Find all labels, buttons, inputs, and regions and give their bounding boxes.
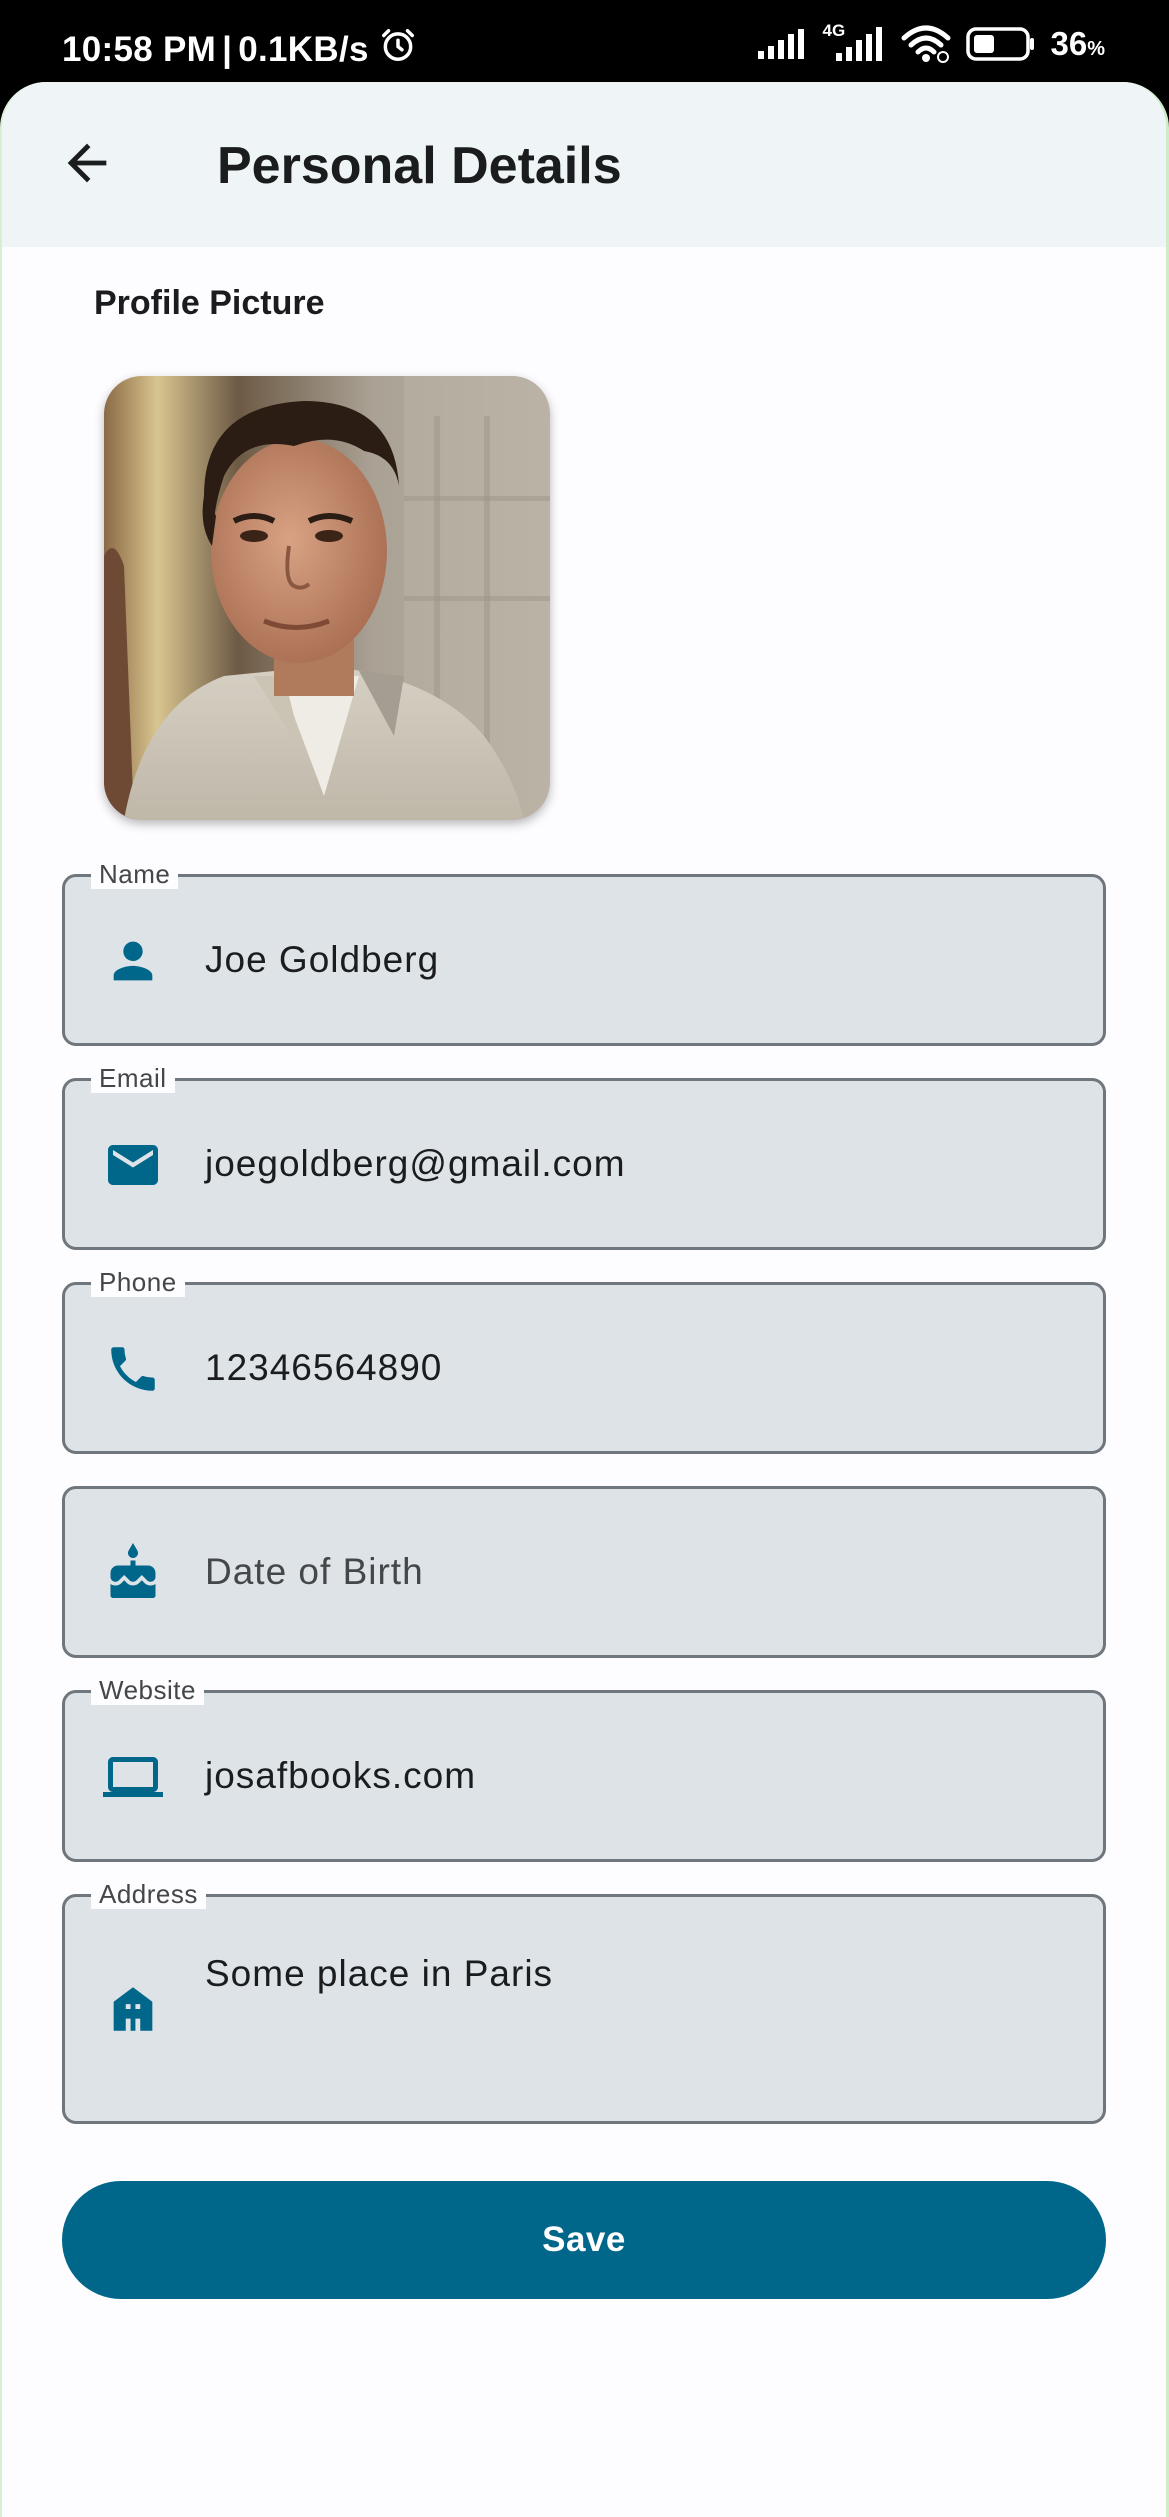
name-value: Joe Goldberg (205, 939, 440, 980)
app-screen: Personal Details Profile Picture Name Jo… (0, 82, 1169, 2517)
status-left: 10:58 PM | 0.1KB/s (62, 26, 417, 73)
profile-picture[interactable] (104, 376, 550, 820)
email-value: joegoldberg@gmail.com (205, 1143, 626, 1184)
battery-unit: % (1087, 38, 1105, 60)
profile-photo-illustration (104, 376, 550, 820)
signal-4g-icon: 4G (822, 21, 886, 61)
website-field-label: Website (91, 1675, 204, 1705)
battery-percentage: 36% (1050, 25, 1105, 63)
phone-value: 12346564890 (205, 1347, 443, 1388)
page-title: Personal Details (217, 137, 622, 195)
phone-field[interactable]: Phone 12346564890 (62, 1267, 1106, 1454)
person-icon (103, 931, 163, 991)
status-right: 4G 36% (756, 21, 1105, 64)
app-bar: Personal Details (2, 82, 1166, 247)
profile-picture-label: Profile Picture (94, 284, 325, 322)
date-of-birth-placeholder: Date of Birth (205, 1551, 424, 1592)
phone-field-label: Phone (91, 1267, 185, 1297)
arrow-back-icon (58, 134, 116, 197)
email-field-label: Email (91, 1063, 175, 1093)
status-time: 10:58 PM (62, 29, 217, 69)
signal-icon (756, 29, 808, 59)
address-field[interactable]: Address Some place in Paris (62, 1879, 1106, 2124)
status-separator: | (222, 29, 233, 69)
address-value: Some place in Paris (205, 1953, 554, 1994)
back-button[interactable] (52, 130, 122, 200)
name-field-label: Name (91, 859, 179, 889)
phone-icon (103, 1339, 163, 1399)
alarm-icon (379, 26, 417, 73)
battery-icon (966, 26, 1036, 62)
website-field[interactable]: Website josafbooks.com (62, 1675, 1106, 1862)
home-icon (103, 1979, 163, 2039)
mail-icon (103, 1135, 163, 1195)
cake-icon (103, 1543, 163, 1603)
website-value: josafbooks.com (205, 1755, 477, 1796)
address-field-label: Address (91, 1879, 206, 1909)
email-field[interactable]: Email joegoldberg@gmail.com (62, 1063, 1106, 1250)
laptop-icon (103, 1747, 163, 1807)
battery-level: 36 (1050, 25, 1088, 62)
date-of-birth-field[interactable]: Date of Birth (62, 1486, 1106, 1658)
status-bar: 10:58 PM | 0.1KB/s 4G 36% (0, 0, 1169, 86)
save-button[interactable]: Save (62, 2181, 1106, 2299)
name-field[interactable]: Name Joe Goldberg (62, 859, 1106, 1046)
status-speed: 0.1KB/s (238, 29, 369, 69)
wifi-icon (900, 24, 952, 64)
